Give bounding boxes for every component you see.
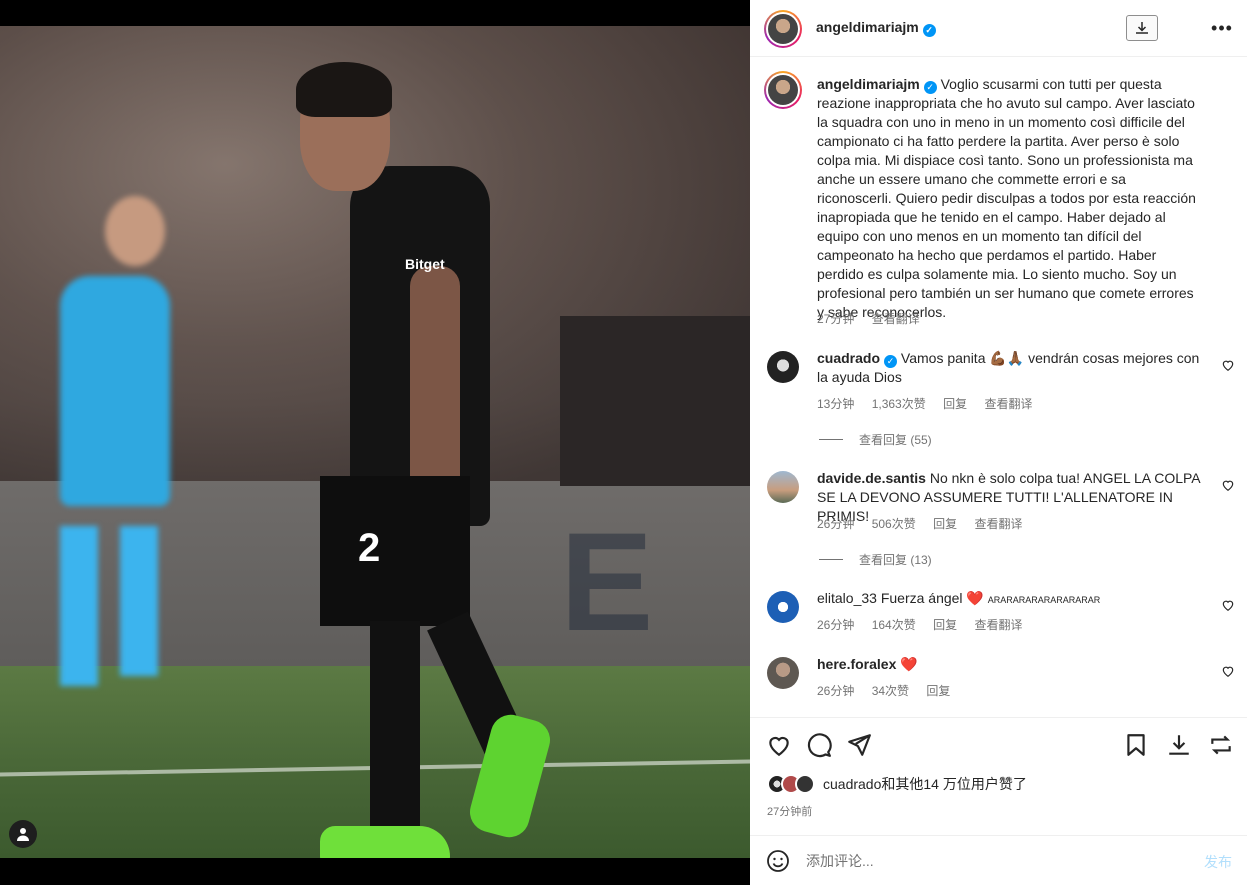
comment-username[interactable]: davide.de.santis [817, 470, 926, 486]
comment-avatar[interactable] [767, 471, 799, 503]
shorts-number: 2 [358, 526, 381, 570]
caption-avatar[interactable] [764, 71, 802, 109]
post-header: angeldimariajm ✓ ••• [750, 0, 1247, 57]
comment-meta: 26分钟 34次赞 回复 [817, 682, 964, 699]
heart-icon[interactable] [766, 732, 792, 758]
post-caption: angeldimariajm ✓ Voglio scusarmi con tutt… [817, 75, 1197, 322]
caption-meta: 27分钟 查看翻译 [817, 310, 934, 327]
posted-time: 27分钟前 [767, 806, 813, 818]
comment-time: 26分钟 [817, 517, 855, 531]
shirt-sponsor: Bitget [405, 256, 445, 272]
post-actions: cuadrado和其他14 万位用户赞了 27分钟前 [750, 717, 1247, 835]
user-tag-button[interactable] [9, 820, 37, 848]
comment-reply[interactable]: 回复 [926, 684, 950, 698]
comment-see-translation[interactable]: 查看翻译 [974, 618, 1022, 632]
caption-see-translation[interactable]: 查看翻译 [872, 312, 920, 326]
caption-text: Voglio scusarmi con tutti per questa rea… [817, 76, 1196, 320]
instagram-post-modal: E STA Bitget 2 [0, 0, 1247, 885]
comment-see-translation[interactable]: 查看翻译 [984, 397, 1032, 411]
comment-text: Fuerza ángel ❤️ [880, 590, 984, 606]
comment-meta: 13分钟 1,363次赞 回复 查看翻译 [817, 395, 1046, 412]
comment-input[interactable] [806, 848, 1186, 874]
bookmark-icon[interactable] [1123, 732, 1149, 758]
comment-avatar[interactable] [767, 591, 799, 623]
comment-meta: 26分钟 506次赞 回复 查看翻译 [817, 515, 1036, 532]
post-panel: angeldimariajm ✓ ••• angeldimariajm ✓ Vogl… [750, 0, 1247, 885]
more-options-button[interactable]: ••• [1208, 16, 1236, 40]
verified-badge-icon: ✓ [922, 24, 936, 37]
comment-reply[interactable]: 回复 [933, 618, 957, 632]
verified-badge-icon: ✓ [884, 355, 898, 368]
caption-username[interactable]: angeldimariajm [817, 76, 920, 92]
comment-time: 26分钟 [817, 618, 855, 632]
comment-username[interactable]: cuadrado [817, 350, 880, 366]
photo-banner [560, 316, 750, 486]
photo-goalkeeper [50, 196, 220, 716]
comments-scroll[interactable]: angeldimariajm ✓ Voglio scusarmi con tutt… [750, 57, 1247, 717]
post-media: E STA Bitget 2 [0, 0, 750, 885]
comment-see-translation[interactable]: 查看翻译 [974, 517, 1022, 531]
comment-username[interactable]: here.foralex [817, 656, 896, 672]
comment-likes[interactable]: 506次赞 [872, 517, 916, 531]
comment-likes[interactable]: 164次赞 [872, 618, 916, 632]
comment-extra-text: ARARARARARARARARAR [987, 595, 1101, 605]
comment-time: 26分钟 [817, 684, 855, 698]
more-icon: ••• [1211, 17, 1233, 38]
comment-likes[interactable]: 1,363次赞 [872, 397, 926, 411]
likers-avatars [767, 774, 815, 794]
author-username[interactable]: angeldimariajm ✓ [816, 19, 936, 37]
save-icon[interactable] [1166, 732, 1192, 758]
comment-icon[interactable] [806, 732, 832, 758]
comment-time: 13分钟 [817, 397, 855, 411]
comment-avatar[interactable] [767, 351, 799, 383]
comment-username[interactable]: elitalo_33 [817, 590, 877, 606]
comment-reply[interactable]: 回复 [933, 517, 957, 531]
comment-heart-icon[interactable] [1221, 598, 1235, 612]
view-replies-button[interactable]: 查看回复 (55) [819, 431, 932, 448]
post-comment-button[interactable]: 发布 [1204, 852, 1232, 872]
comment-reply[interactable]: 回复 [943, 397, 967, 411]
verified-badge-icon: ✓ [923, 81, 937, 94]
comment-heart-icon[interactable] [1221, 664, 1235, 678]
download-icon [1136, 22, 1148, 34]
download-button[interactable] [1126, 15, 1158, 41]
repost-icon[interactable] [1208, 732, 1234, 758]
user-tag-icon [17, 828, 29, 841]
photo-player: Bitget 2 [296, 62, 560, 858]
add-comment-bar: 发布 [750, 835, 1247, 885]
comment-avatar[interactable] [767, 657, 799, 689]
view-replies-button[interactable]: 查看回复 (13) [819, 551, 932, 568]
comment-likes[interactable]: 34次赞 [872, 684, 909, 698]
comment-heart-icon[interactable] [1221, 478, 1235, 492]
emoji-icon[interactable] [766, 849, 790, 873]
comment-text: ❤️ [900, 656, 918, 672]
author-avatar[interactable] [764, 10, 802, 48]
comment-meta: 26分钟 164次赞 回复 查看翻译 [817, 616, 1036, 633]
post-photo[interactable]: E STA Bitget 2 [0, 26, 750, 858]
share-icon[interactable] [846, 732, 872, 758]
comment-heart-icon[interactable] [1221, 358, 1235, 372]
caption-time: 27分钟 [817, 312, 855, 326]
likes-summary[interactable]: cuadrado和其他14 万位用户赞了 [767, 774, 1027, 794]
likes-text: cuadrado和其他14 万位用户赞了 [823, 776, 1027, 792]
